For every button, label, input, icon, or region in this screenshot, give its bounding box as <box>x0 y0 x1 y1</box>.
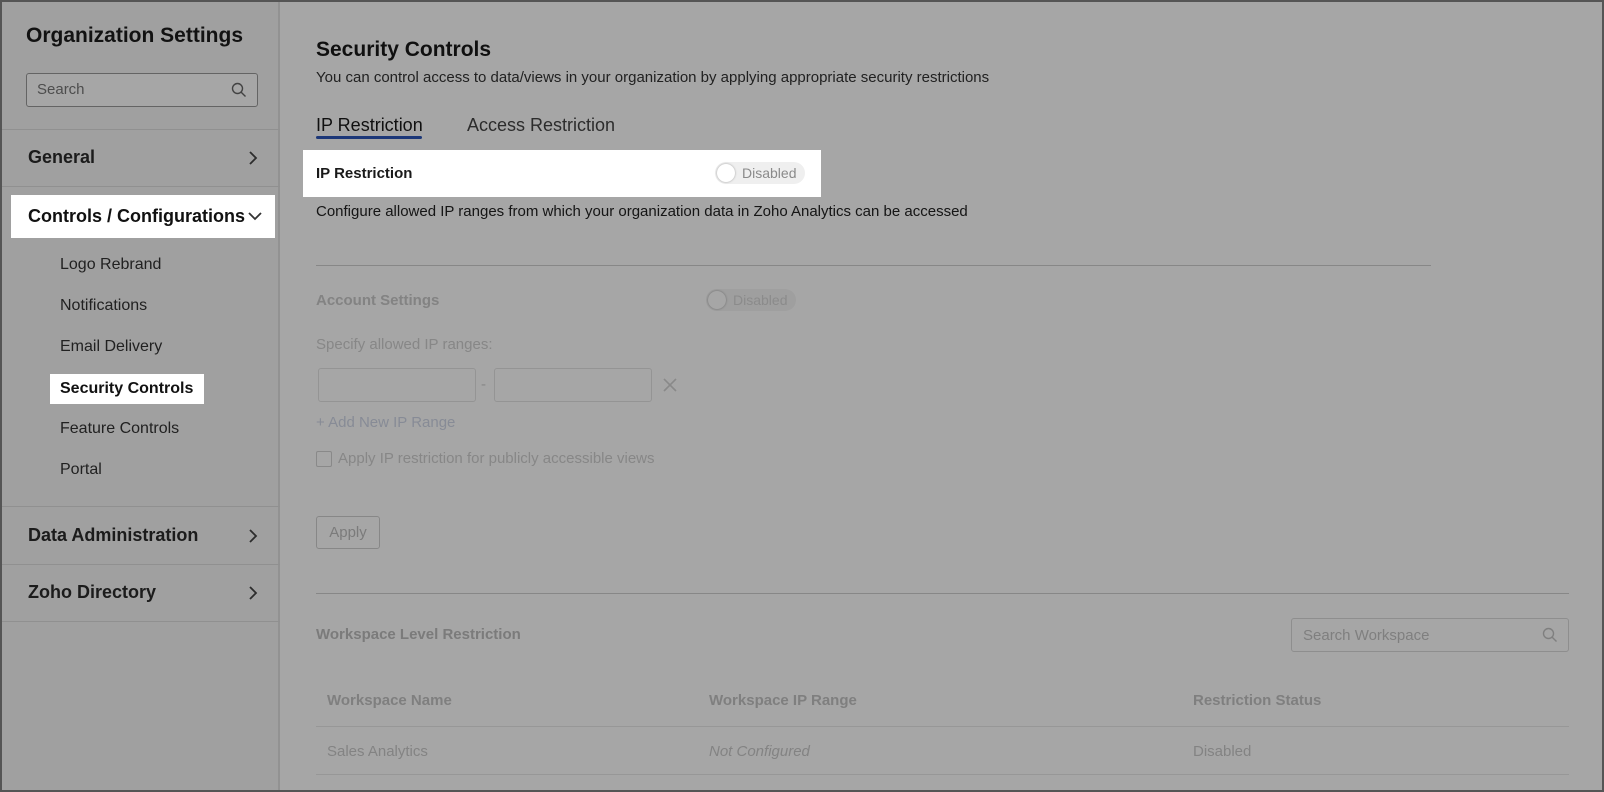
ip-range-start-input[interactable] <box>318 368 476 402</box>
tab-ip-restriction[interactable]: IP Restriction <box>316 115 423 136</box>
workspace-restriction-title: Workspace Level Restriction <box>316 626 521 643</box>
public-views-checkbox[interactable] <box>316 451 332 467</box>
sidebar-item-notifications[interactable]: Notifications <box>60 297 147 315</box>
table-divider <box>316 726 1569 727</box>
ip-restriction-toggle[interactable]: Disabled <box>715 162 805 184</box>
ip-range-end-input[interactable] <box>494 368 652 402</box>
public-views-checkbox-label: Apply IP restriction for publicly access… <box>338 450 655 467</box>
apply-button[interactable]: Apply <box>316 516 380 549</box>
nav-section-data-administration[interactable]: Data Administration <box>2 508 280 565</box>
nav-section-zoho-directory[interactable]: Zoho Directory <box>2 565 280 622</box>
nav-section-general[interactable]: General <box>2 130 280 187</box>
account-settings-toggle[interactable]: Disabled <box>706 289 796 311</box>
ip-restriction-description: Configure allowed IP ranges from which y… <box>316 203 968 220</box>
table-cell-workspace-name[interactable]: Sales Analytics <box>327 743 428 760</box>
column-header-restriction-status: Restriction Status <box>1193 692 1322 709</box>
chevron-right-icon <box>249 151 258 165</box>
workspace-search[interactable] <box>1291 618 1569 652</box>
ip-range-separator: - <box>481 376 486 393</box>
sidebar-title: Organization Settings <box>26 24 244 47</box>
page-subtitle: You can control access to data/views in … <box>316 69 990 86</box>
sidebar-item-email-delivery[interactable]: Email Delivery <box>60 338 162 356</box>
toggle-knob <box>717 164 735 182</box>
nav-section-label: General <box>28 147 96 167</box>
nav-section-label: Data Administration <box>28 525 199 545</box>
app-window: Organization Settings General Data Admin… <box>0 0 1604 792</box>
sidebar-search[interactable] <box>26 73 258 107</box>
table-divider <box>316 774 1569 775</box>
ip-restriction-row: IP Restriction Disabled <box>303 150 821 197</box>
sidebar-item-portal[interactable]: Portal <box>60 461 102 479</box>
nav-section-label: Zoho Directory <box>28 582 157 602</box>
chevron-right-icon <box>249 529 258 543</box>
workspace-search-input[interactable] <box>1303 627 1523 644</box>
sidebar-item-feature-controls[interactable]: Feature Controls <box>60 420 179 438</box>
toggle-state: Disabled <box>742 165 797 181</box>
account-settings-label: Account Settings <box>316 292 440 309</box>
main-content: Security Controls You can control access… <box>280 2 1602 790</box>
chevron-down-icon <box>248 212 262 221</box>
sidebar-search-input[interactable] <box>37 81 217 98</box>
add-ip-range-link[interactable]: + Add New IP Range <box>316 414 455 431</box>
toggle-state: Disabled <box>733 292 788 308</box>
column-header-workspace-name: Workspace Name <box>327 692 452 709</box>
section-divider <box>316 593 1569 594</box>
nav-section-controls-configurations[interactable]: Controls / Configurations <box>11 195 275 238</box>
close-icon[interactable] <box>663 378 677 392</box>
ip-restriction-label: IP Restriction <box>316 165 413 182</box>
table-cell-status: Disabled <box>1193 743 1252 760</box>
page-title: Security Controls <box>316 38 492 61</box>
sidebar-item-logo-rebrand[interactable]: Logo Rebrand <box>60 256 161 274</box>
active-tab-indicator <box>316 136 422 139</box>
search-icon <box>1542 627 1557 642</box>
nav-section-label: Controls / Configurations <box>28 206 245 226</box>
chevron-right-icon <box>249 586 258 600</box>
toggle-knob <box>708 291 726 309</box>
section-divider <box>316 265 1431 266</box>
search-icon <box>231 82 246 97</box>
sidebar-item-security-controls[interactable]: Security Controls <box>50 374 204 404</box>
ip-ranges-label: Specify allowed IP ranges: <box>316 336 493 353</box>
column-header-workspace-ip-range: Workspace IP Range <box>709 692 857 709</box>
sidebar-item-label: Security Controls <box>60 380 194 397</box>
tab-access-restriction[interactable]: Access Restriction <box>467 115 615 136</box>
table-cell-ip-range: Not Configured <box>709 743 810 760</box>
